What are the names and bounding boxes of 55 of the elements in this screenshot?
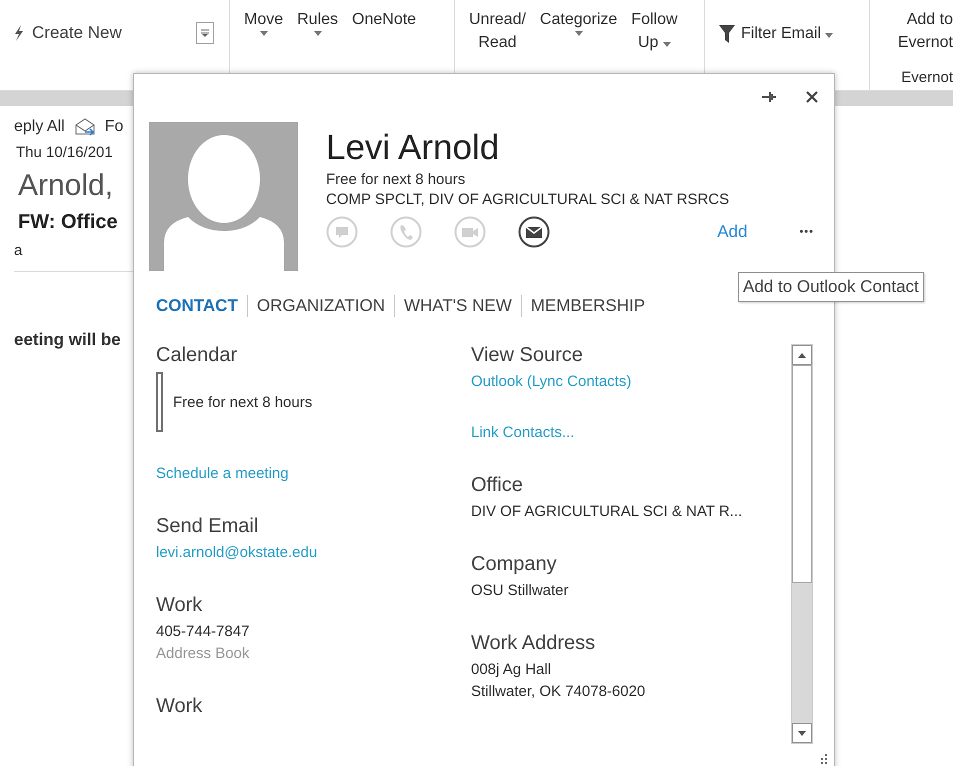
ribbon-button[interactable]: Rules xyxy=(297,8,338,36)
detail-value: DIV OF AGRICULTURAL SCI & NAT R... xyxy=(471,502,742,521)
message-date: Thu 10/16/201 xyxy=(15,144,113,161)
detail-value: Stillwater, OK 74078-6020 xyxy=(471,682,646,701)
section-heading: View Source xyxy=(471,344,583,367)
forward-button[interactable]: Fo xyxy=(74,118,124,136)
message-body: eeting will be xyxy=(14,330,121,350)
section-heading: Work Address xyxy=(471,632,596,655)
free-busy-bar xyxy=(156,372,163,432)
dropdown-button[interactable] xyxy=(196,22,214,44)
ribbon-button[interactable]: Add to Evernot xyxy=(898,8,953,54)
ribbon-button[interactable]: OneNote xyxy=(352,8,416,31)
ribbon-button[interactable]: Follow Up xyxy=(631,8,678,54)
card-tab[interactable]: MEMBERSHIP xyxy=(522,296,654,316)
detail-value: Free for next 8 hours xyxy=(173,392,312,412)
close-icon[interactable] xyxy=(806,91,818,103)
section-heading: Calendar xyxy=(156,344,238,367)
pin-icon[interactable] xyxy=(762,91,776,103)
person-silhouette-icon xyxy=(164,133,284,271)
resize-grip-icon[interactable] xyxy=(820,754,828,764)
message-subject: FW: Office xyxy=(17,211,118,234)
add-contact-link[interactable]: Add xyxy=(717,222,748,242)
ribbon-button[interactable]: Unread/ Read xyxy=(469,8,526,54)
ribbon-button[interactable]: Filter Email xyxy=(719,8,834,45)
detail-value: OSU Stillwater xyxy=(471,581,569,600)
section-heading: Office xyxy=(471,474,523,497)
up-arrow-icon[interactable] xyxy=(798,352,806,358)
quick-step-field[interactable]: Create New xyxy=(10,18,218,48)
ribbon-button[interactable]: Categorize xyxy=(540,8,618,36)
lightning-icon xyxy=(14,25,24,41)
envelope-arrow-icon xyxy=(74,118,95,136)
contact-name: Levi Arnold xyxy=(326,128,500,168)
ribbon-button[interactable]: Move xyxy=(244,8,284,36)
sender-name: Arnold, xyxy=(17,169,114,203)
detail-source: Address Book xyxy=(156,644,250,663)
section-heading: Work xyxy=(156,695,202,718)
card-tab[interactable]: CONTACT xyxy=(156,296,247,316)
tooltip: Add to Outlook Contact xyxy=(738,272,924,302)
detail-value: 008j Ag Hall xyxy=(471,660,552,679)
group-label: Evernot xyxy=(901,69,953,88)
scrollbar[interactable] xyxy=(791,344,813,744)
contact-title: COMP SPCLT, DIV OF AGRICULTURAL SCI & NAT RSRCS xyxy=(326,191,730,208)
section-heading: Company xyxy=(471,553,557,576)
detail-value: 405-744-7847 xyxy=(156,622,250,641)
card-tab[interactable]: WHAT'S NEW xyxy=(394,296,521,316)
more-options-button[interactable]: ••• xyxy=(799,226,814,238)
more-icon xyxy=(201,29,209,37)
filter-icon xyxy=(719,24,735,42)
card-tab[interactable]: ORGANIZATION xyxy=(248,296,394,316)
down-arrow-icon[interactable] xyxy=(798,730,806,736)
envelope-icon[interactable] xyxy=(518,216,550,248)
reply-all-button[interactable]: eply All xyxy=(14,118,65,136)
contact-status: Free for next 8 hours xyxy=(326,171,466,188)
section-heading: Send Email xyxy=(156,515,258,538)
section-heading: Work xyxy=(156,594,202,617)
